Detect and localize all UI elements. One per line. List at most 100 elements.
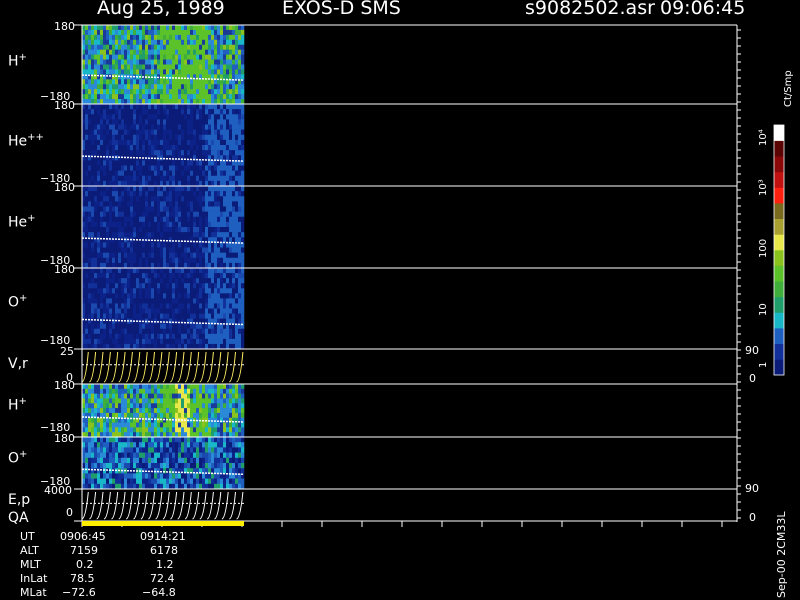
spectrogram-cell <box>112 211 116 218</box>
spectrogram-cell <box>97 403 101 409</box>
spectrogram-cell <box>187 298 191 304</box>
spectrogram-cell <box>178 134 182 141</box>
spectrogram-cell <box>241 457 245 464</box>
spectrogram-cell <box>229 257 233 264</box>
spectrogram-cell <box>112 478 116 485</box>
spectrogram-cell <box>208 273 212 279</box>
spectrogram-cell <box>235 145 239 151</box>
spectrogram-cell <box>169 343 173 350</box>
spectrogram-cell <box>85 403 89 409</box>
spectrogram-cell <box>136 39 140 46</box>
spectrogram-cell <box>190 252 194 259</box>
spectrogram-cell <box>214 288 218 294</box>
sweep-curve <box>199 351 207 383</box>
spectrogram-cell <box>157 227 161 233</box>
spectrogram-cell <box>91 457 95 464</box>
spectrogram-cell <box>85 119 89 125</box>
spectrogram-cell <box>211 175 215 182</box>
spectrogram-cell <box>175 313 179 319</box>
spectrogram-cell <box>235 216 239 223</box>
spectrogram-cell <box>184 94 188 100</box>
spectrogram-cell <box>85 232 89 238</box>
spectrogram-cell <box>235 104 239 110</box>
spectrogram-cell <box>151 104 155 110</box>
spectrogram-cell <box>166 388 170 394</box>
spectrogram-cell <box>226 252 230 259</box>
spectrogram-cell <box>211 452 215 459</box>
spectrogram-cell <box>163 29 167 36</box>
spectrogram-cell <box>142 483 146 490</box>
spectrogram-cell <box>118 165 122 171</box>
spectrogram-cell <box>136 227 140 233</box>
spectrogram-cell <box>172 139 176 146</box>
spectrogram-cell <box>139 49 143 55</box>
spectrogram-cell <box>214 437 218 443</box>
spectrogram-cell <box>88 211 92 218</box>
spectrogram-cell <box>226 170 230 177</box>
spectrogram-cell <box>88 227 92 233</box>
spectrogram-cell <box>166 343 170 350</box>
spectrogram-cell <box>118 94 122 100</box>
spectrogram-cell <box>109 408 113 414</box>
spectrogram-cell <box>232 29 236 36</box>
spectrogram-cell <box>196 343 200 350</box>
spectrogram-cell <box>85 216 89 223</box>
spectrogram-cell <box>160 273 164 279</box>
spectrogram-cell <box>139 59 143 65</box>
spectrogram-cell <box>130 49 134 55</box>
spectrogram-cell <box>88 388 92 394</box>
spectrogram-cell <box>85 44 89 50</box>
spectrogram-cell <box>100 191 104 197</box>
spectrogram-cell <box>88 44 92 50</box>
spectrogram-cell <box>220 104 224 110</box>
spectrogram-cell <box>232 227 236 233</box>
spectrogram-cell <box>166 398 170 404</box>
spectrogram-cell <box>88 437 92 443</box>
orbit-label: UT <box>20 530 35 543</box>
spectrogram-cell <box>223 257 227 264</box>
spectrogram-cell <box>121 308 125 314</box>
spectrogram-cell <box>115 242 119 248</box>
spectrogram-cell <box>121 447 125 453</box>
spectrogram-cell <box>241 104 245 110</box>
spectrogram-cell <box>133 384 137 390</box>
spectrogram-cell <box>169 94 173 100</box>
spectrogram-cell <box>211 308 215 314</box>
spectrogram-cell <box>88 303 92 309</box>
spectrogram-cell <box>232 109 236 115</box>
spectrogram-cell <box>160 437 164 443</box>
spectrogram-cell <box>109 79 113 85</box>
spectrogram-cell <box>166 165 170 171</box>
spectrogram-cell <box>193 313 197 319</box>
spectrogram-cell <box>115 104 119 110</box>
spectrogram-cell <box>238 165 242 171</box>
spectrogram-cell <box>160 29 164 36</box>
spectrogram-cell <box>220 44 224 50</box>
spectrogram-cell <box>220 119 224 125</box>
spectrogram-cell <box>109 457 113 464</box>
spectrogram-cell <box>133 388 137 394</box>
spectrogram-cell <box>160 313 164 319</box>
spectrogram-cell <box>112 308 116 314</box>
spectrogram-cell <box>109 34 113 41</box>
spectrogram-cell <box>124 94 128 100</box>
spectrogram-cell <box>160 384 164 390</box>
spectrogram-cell <box>169 384 173 390</box>
spectrogram-cell <box>139 170 143 177</box>
spectrogram-cell <box>193 328 197 335</box>
spectrogram-cell <box>199 323 203 330</box>
spectrogram-cell <box>202 457 206 464</box>
spectrogram-cell <box>196 303 200 309</box>
spectrogram-cell <box>160 328 164 335</box>
spectrogram-cell <box>130 384 134 390</box>
spectrogram-cell <box>151 452 155 459</box>
spectrogram-cell <box>103 408 107 414</box>
spectrogram-cell <box>172 44 176 50</box>
sweep-curve <box>140 491 148 520</box>
spectrogram-cell <box>184 160 188 166</box>
spectrogram-cell <box>178 333 182 340</box>
spectrogram-cell <box>199 114 203 120</box>
spectrogram-cell <box>226 268 230 274</box>
spectrogram-cell <box>157 124 161 130</box>
spectrogram-cell <box>109 191 113 197</box>
